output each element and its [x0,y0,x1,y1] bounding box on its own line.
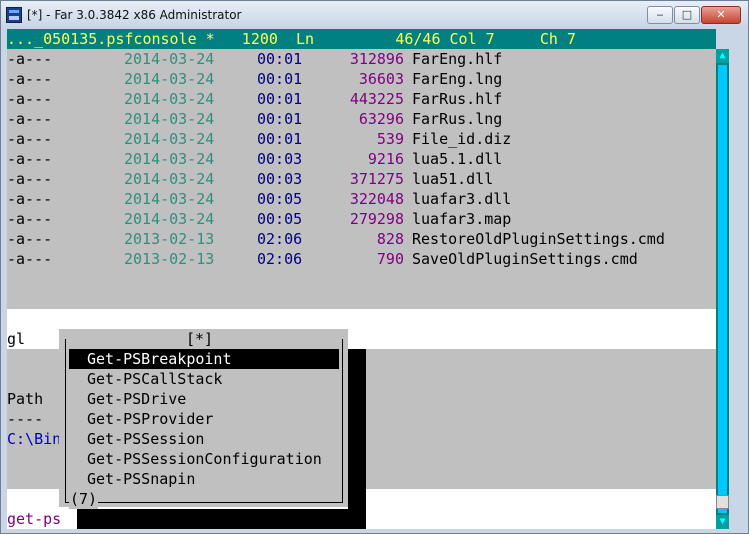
path-underline: ---- [7,410,44,428]
file-time: 02:06 [257,250,303,268]
file-row: -a--- 2014-03-24 00:01 63296 FarRus.lng [7,109,716,129]
popup-bottom-shadow [77,509,366,529]
file-date: 2014-03-24 [124,210,215,228]
file-row: -a--- 2013-02-13 02:06 828 RestoreOldPluginS… [7,229,716,249]
file-attributes: -a--- [7,50,53,68]
file-time: 00:01 [257,110,303,128]
file-attributes: -a--- [7,70,53,88]
file-time: 00:01 [257,70,303,88]
file-row: -a--- 2014-03-24 00:01 443225 FarRus.hlf [7,89,716,109]
file-size: 36603 [358,70,404,88]
file-size: 322048 [349,190,404,208]
file-time: 00:05 [257,210,303,228]
file-attributes: -a--- [7,150,53,168]
close-button[interactable]: ✕ [701,6,741,24]
completion-item[interactable]: Get-PSDrive [69,389,339,409]
file-size: 539 [376,130,404,148]
file-row: -a--- 2014-03-24 00:01 312896 FarEng.hlf [7,49,716,69]
file-name: FarEng.hlf [412,50,503,68]
file-size: 371275 [349,170,404,188]
file-name: lua5.1.dll [412,150,503,168]
path-header: Path [7,390,44,408]
file-attributes: -a--- [7,170,53,188]
title-bar[interactable]: [*] - Far 3.0.3842 x86 Administrator ‒ □… [1,1,748,29]
file-name: FarEng.lng [412,70,503,88]
file-time: 02:06 [257,230,303,248]
minimize-button[interactable]: ‒ [647,6,673,24]
file-row: -a--- 2014-03-24 00:03 9216 lua5.1.dll [7,149,716,169]
file-name: lua51.dll [412,170,494,188]
file-name: SaveOldPluginSettings.cmd [412,250,638,268]
file-date: 2014-03-24 [124,90,215,108]
file-date: 2014-03-24 [124,190,215,208]
file-attributes: -a--- [7,130,53,148]
window-title: [*] - Far 3.0.3842 x86 Administrator [27,8,242,22]
file-row: -a--- 2013-02-13 02:06 790 SaveOldPluginSett… [7,249,716,269]
file-date: 2014-03-24 [124,170,215,188]
file-time: 00:01 [257,90,303,108]
file-date: 2013-02-13 [124,250,215,268]
completion-item[interactable]: Get-PSBreakpoint [69,349,339,369]
far-window: [*] - Far 3.0.3842 x86 Administrator ‒ □… [0,0,749,534]
scroll-track[interactable] [718,65,727,513]
completion-item[interactable]: Get-PSSessionConfiguration [69,449,339,469]
file-date: 2014-03-24 [124,130,215,148]
file-size: 443225 [349,90,404,108]
file-date: 2014-03-24 [124,150,215,168]
file-name: RestoreOldPluginSettings.cmd [412,230,665,248]
scroll-up-arrow-icon[interactable]: ▲ [716,49,729,63]
vertical-scrollbar[interactable]: ▲ ▼ [716,49,729,529]
completion-popup[interactable]: [*] Get-PSBreakpoint Get-PSCallStack Get-P… [59,329,366,521]
popup-shadow [348,349,366,521]
file-size: 312896 [349,50,404,68]
file-size: 9216 [367,150,404,168]
file-attributes: -a--- [7,110,53,128]
file-time: 00:03 [257,170,303,188]
file-time: 00:03 [257,150,303,168]
file-time: 00:01 [257,130,303,148]
file-date: 2014-03-24 [124,50,215,68]
editor-status-bar: ..._050135.psfconsole * 1200 Ln 46/46 Co… [7,29,716,49]
path-value: C:\Bin [7,430,62,448]
file-size: 63296 [358,110,404,128]
file-date: 2013-02-13 [124,230,215,248]
completion-item[interactable]: Get-PSCallStack [69,369,339,389]
file-size: 790 [376,250,404,268]
file-row: -a--- 2014-03-24 00:03 371275 lua51.dll [7,169,716,189]
completion-item[interactable]: Get-PSSnapin [69,469,339,489]
file-size: 828 [376,230,404,248]
scroll-thumb[interactable] [716,495,729,509]
file-row: -a--- 2014-03-24 00:05 279298 luafar3.map [7,209,716,229]
maximize-button[interactable]: □ [674,6,700,24]
file-name: FarRus.lng [412,110,503,128]
file-row: -a--- 2014-03-24 00:05 322048 luafar3.dll [7,189,716,209]
scroll-down-arrow-icon[interactable]: ▼ [716,515,729,529]
file-name: luafar3.dll [412,190,512,208]
file-row: -a--- 2014-03-24 00:01 36603 FarEng.lng [7,69,716,89]
file-name: luafar3.map [412,210,512,228]
file-attributes: -a--- [7,210,53,228]
file-attributes: -a--- [7,230,53,248]
gl-command-line: gl [7,330,26,348]
file-size: 279298 [349,210,404,228]
far-app-icon[interactable] [6,7,22,23]
file-name: File_id.diz [412,130,512,148]
popup-item-count: (7) [69,489,99,509]
file-time: 00:05 [257,190,303,208]
file-attributes: -a--- [7,90,53,108]
popup-title: [*] [184,329,216,349]
prompt-input[interactable]: get-ps [7,509,61,529]
file-row: -a--- 2014-03-24 00:01 539 File_id.diz [7,129,716,149]
completion-item[interactable]: Get-PSSession [69,429,339,449]
file-name: FarRus.hlf [412,90,503,108]
completion-item[interactable]: Get-PSProvider [69,409,339,429]
file-date: 2014-03-24 [124,110,215,128]
file-attributes: -a--- [7,250,53,268]
file-time: 00:01 [257,50,303,68]
file-date: 2014-03-24 [124,70,215,88]
file-attributes: -a--- [7,190,53,208]
